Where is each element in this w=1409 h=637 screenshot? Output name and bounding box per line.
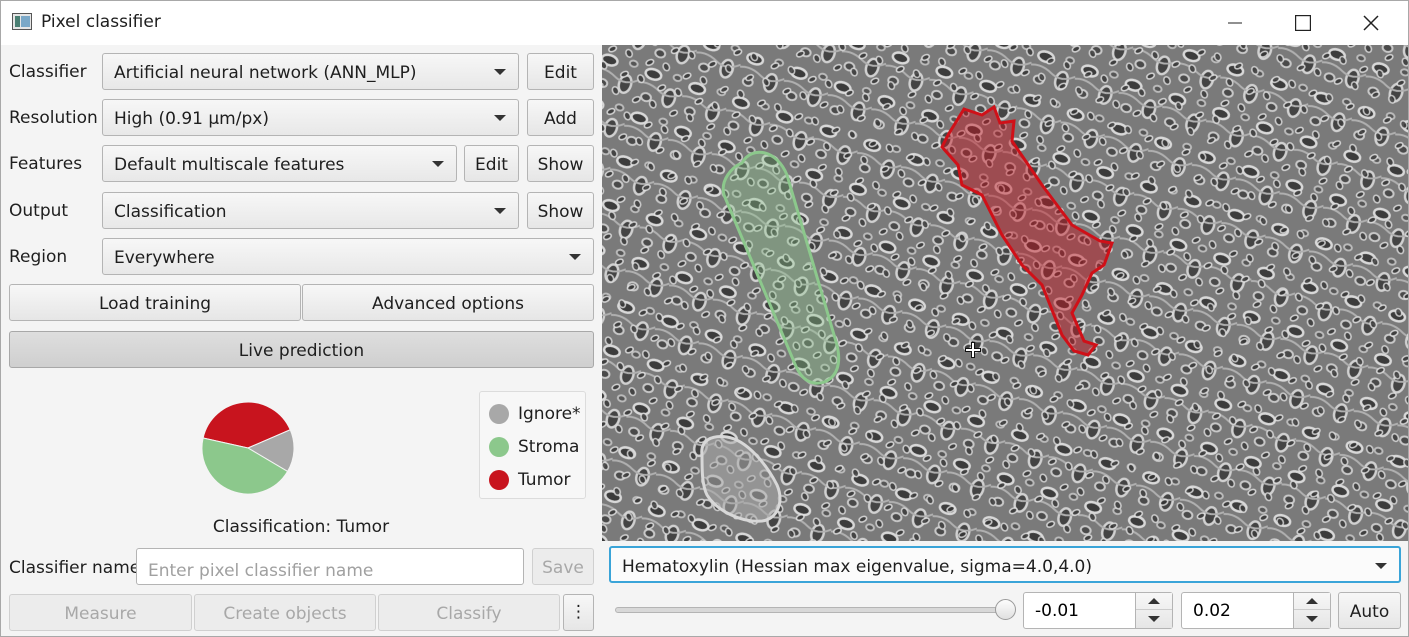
output-row: Output Classification Show: [1, 192, 601, 230]
pixel-classifier-window: Pixel classifier Classifier Artificial n…: [0, 0, 1409, 637]
load-training-button[interactable]: Load training: [9, 284, 301, 321]
legend-item-stroma[interactable]: Stroma: [489, 436, 579, 458]
resolution-row: Resolution High (0.91 µm/px) Add: [1, 99, 601, 137]
close-button[interactable]: [1337, 1, 1405, 45]
classification-status: Classification: Tumor: [212, 517, 390, 537]
tumor-color-swatch: [489, 470, 509, 490]
create-objects-button[interactable]: Create objects: [194, 594, 376, 631]
region-select[interactable]: Everywhere: [102, 238, 594, 275]
features-show-button[interactable]: Show: [527, 145, 594, 182]
class-legend: Ignore* Stroma Tumor: [479, 391, 586, 499]
region-label: Region: [9, 247, 68, 267]
classifier-edit-button[interactable]: Edit: [527, 53, 594, 90]
features-select[interactable]: Default multiscale features: [102, 145, 457, 182]
max-display-spinner[interactable]: [1181, 592, 1331, 629]
ignore-color-swatch: [489, 404, 509, 424]
output-label: Output: [9, 201, 69, 221]
display-range-slider-thumb[interactable]: [995, 599, 1016, 620]
classifier-value: Artificial neural network (ANN_MLP): [114, 63, 417, 83]
region-value: Everywhere: [114, 248, 215, 268]
tissue-image: [602, 45, 1408, 541]
chevron-down-icon: [494, 115, 506, 121]
class-pie-chart: [201, 401, 295, 495]
measure-button[interactable]: Measure: [9, 594, 192, 631]
legend-label: Tumor: [518, 470, 571, 490]
chevron-up-icon: [1306, 598, 1318, 604]
window-title: Pixel classifier: [41, 12, 161, 32]
increment-button[interactable]: [1136, 593, 1172, 610]
chevron-down-icon: [569, 254, 581, 260]
output-show-button[interactable]: Show: [527, 192, 594, 229]
increment-button[interactable]: [1294, 593, 1330, 610]
classifier-name-label: Classifier name: [9, 558, 141, 578]
viewer-controls: Hematoxylin (Hessian max eigenvalue, sig…: [602, 541, 1408, 637]
stroma-color-swatch: [489, 437, 509, 457]
classifier-row: Classifier Artificial neural network (AN…: [1, 53, 601, 91]
legend-item-ignore[interactable]: Ignore*: [489, 403, 581, 425]
advanced-options-button[interactable]: Advanced options: [302, 284, 594, 321]
close-icon: [1363, 15, 1379, 31]
features-value: Default multiscale features: [114, 155, 345, 175]
chevron-down-icon: [1375, 563, 1387, 569]
legend-item-tumor[interactable]: Tumor: [489, 469, 571, 491]
decrement-button[interactable]: [1294, 610, 1330, 627]
features-edit-button[interactable]: Edit: [464, 145, 519, 182]
title-bar: Pixel classifier: [1, 1, 1408, 45]
resolution-label: Resolution: [9, 108, 98, 128]
display-range-slider-track[interactable]: [615, 607, 1015, 613]
app-icon: [12, 13, 32, 30]
save-button[interactable]: Save: [532, 548, 594, 585]
min-spinner-buttons: [1135, 593, 1172, 628]
chevron-down-icon: [494, 208, 506, 214]
min-display-spinner[interactable]: [1023, 592, 1173, 629]
live-prediction-toggle[interactable]: Live prediction: [9, 331, 594, 368]
classifier-select[interactable]: Artificial neural network (ANN_MLP): [102, 53, 519, 90]
features-row: Features Default multiscale features Edi…: [1, 145, 601, 183]
more-options-button[interactable]: ⋮: [563, 594, 594, 631]
chevron-down-icon: [1306, 615, 1318, 622]
resolution-add-button[interactable]: Add: [527, 99, 594, 136]
features-label: Features: [9, 154, 83, 174]
image-viewer[interactable]: [602, 45, 1408, 541]
chevron-down-icon: [432, 161, 444, 167]
chevron-down-icon: [1148, 615, 1160, 622]
settings-panel: Classifier Artificial neural network (AN…: [1, 45, 601, 637]
classifier-name-input[interactable]: [136, 548, 524, 585]
resolution-select[interactable]: High (0.91 µm/px): [102, 99, 519, 136]
channel-select[interactable]: Hematoxylin (Hessian max eigenvalue, sig…: [609, 546, 1401, 583]
auto-range-button[interactable]: Auto: [1338, 592, 1401, 629]
resolution-value: High (0.91 µm/px): [114, 109, 269, 129]
minimize-icon: [1228, 22, 1242, 24]
maximize-button[interactable]: [1269, 1, 1337, 45]
chevron-up-icon: [1148, 598, 1160, 604]
classify-button[interactable]: Classify: [378, 594, 560, 631]
max-display-input[interactable]: [1182, 593, 1292, 628]
output-select[interactable]: Classification: [102, 192, 519, 229]
classifier-label: Classifier: [9, 62, 87, 82]
min-display-input[interactable]: [1024, 593, 1134, 628]
channel-value: Hematoxylin (Hessian max eigenvalue, sig…: [622, 557, 1093, 577]
minimize-button[interactable]: [1201, 1, 1269, 45]
legend-label: Stroma: [518, 437, 580, 457]
output-value: Classification: [114, 202, 227, 222]
decrement-button[interactable]: [1136, 610, 1172, 627]
chevron-down-icon: [494, 69, 506, 75]
region-row: Region Everywhere: [1, 238, 601, 276]
max-spinner-buttons: [1293, 593, 1330, 628]
maximize-icon: [1295, 15, 1311, 31]
legend-label: Ignore*: [518, 404, 581, 424]
